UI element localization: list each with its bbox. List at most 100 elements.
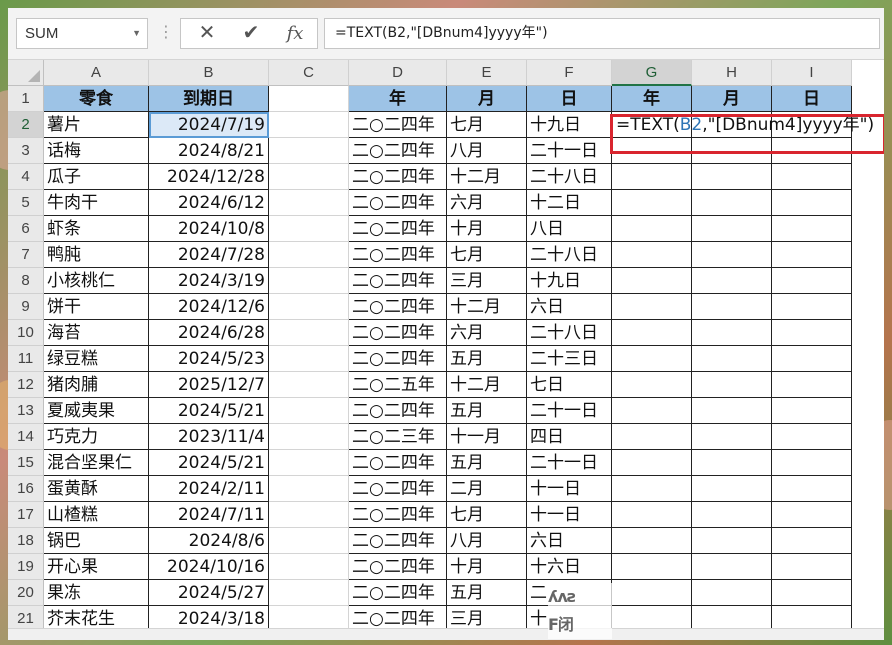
cell-e5[interactable]: 六月 <box>447 190 527 216</box>
cell-h16[interactable] <box>692 476 772 502</box>
cell-c1[interactable] <box>269 86 349 112</box>
cell-g9[interactable] <box>612 294 692 320</box>
cell-e9[interactable]: 十二月 <box>447 294 527 320</box>
cell-b20[interactable]: 2024/5/27 <box>149 580 269 606</box>
cell-c9[interactable] <box>269 294 349 320</box>
column-header-a[interactable]: A <box>44 60 149 86</box>
row-header-15[interactable]: 15 <box>8 450 44 476</box>
cell-e15[interactable]: 五月 <box>447 450 527 476</box>
cell-b5[interactable]: 2024/6/12 <box>149 190 269 216</box>
formula-input[interactable]: =TEXT(B2,"[DBnum4]yyyy年") <box>324 18 880 49</box>
cell-i10[interactable] <box>772 320 852 346</box>
cell-c16[interactable] <box>269 476 349 502</box>
chevron-down-icon[interactable]: ▼ <box>132 19 141 48</box>
cell-c3[interactable] <box>269 138 349 164</box>
cell-h5[interactable] <box>692 190 772 216</box>
cell-h17[interactable] <box>692 502 772 528</box>
cell-h12[interactable] <box>692 372 772 398</box>
cell-g20[interactable] <box>612 580 692 606</box>
cell-a6[interactable]: 虾条 <box>44 216 149 242</box>
cell-c19[interactable] <box>269 554 349 580</box>
cell-e13[interactable]: 五月 <box>447 398 527 424</box>
cell-g18[interactable] <box>612 528 692 554</box>
cell-f8[interactable]: 十九日 <box>527 268 612 294</box>
cell-b7[interactable]: 2024/7/28 <box>149 242 269 268</box>
cell-h18[interactable] <box>692 528 772 554</box>
cell-g5[interactable] <box>612 190 692 216</box>
cell-g7[interactable] <box>612 242 692 268</box>
cell-d10[interactable]: 二○二四年 <box>349 320 447 346</box>
cell-d9[interactable]: 二○二四年 <box>349 294 447 320</box>
cell-g11[interactable] <box>612 346 692 372</box>
cell-d6[interactable]: 二○二四年 <box>349 216 447 242</box>
cell-e19[interactable]: 十月 <box>447 554 527 580</box>
cell-g1[interactable]: 年 <box>612 86 692 112</box>
row-header-8[interactable]: 8 <box>8 268 44 294</box>
cell-a20[interactable]: 果冻 <box>44 580 149 606</box>
cell-d13[interactable]: 二○二四年 <box>349 398 447 424</box>
cell-a2[interactable]: 薯片 <box>44 112 149 138</box>
cell-g17[interactable] <box>612 502 692 528</box>
cell-i12[interactable] <box>772 372 852 398</box>
cell-i7[interactable] <box>772 242 852 268</box>
cell-d11[interactable]: 二○二四年 <box>349 346 447 372</box>
cell-e7[interactable]: 七月 <box>447 242 527 268</box>
cell-c4[interactable] <box>269 164 349 190</box>
cell-c8[interactable] <box>269 268 349 294</box>
cell-d12[interactable]: 二○二五年 <box>349 372 447 398</box>
cell-a18[interactable]: 锅巴 <box>44 528 149 554</box>
cell-i20[interactable] <box>772 580 852 606</box>
cell-g2-editing[interactable]: =TEXT(B2,"[DBnum4]yyyy年") <box>612 112 874 138</box>
cell-e12[interactable]: 十二月 <box>447 372 527 398</box>
cell-e17[interactable]: 七月 <box>447 502 527 528</box>
cell-c5[interactable] <box>269 190 349 216</box>
cell-b17[interactable]: 2024/7/11 <box>149 502 269 528</box>
cell-g4[interactable] <box>612 164 692 190</box>
row-header-13[interactable]: 13 <box>8 398 44 424</box>
cell-h7[interactable] <box>692 242 772 268</box>
cell-a3[interactable]: 话梅 <box>44 138 149 164</box>
row-header-7[interactable]: 7 <box>8 242 44 268</box>
row-header-16[interactable]: 16 <box>8 476 44 502</box>
cell-d8[interactable]: 二○二四年 <box>349 268 447 294</box>
cell-f4[interactable]: 二十八日 <box>527 164 612 190</box>
cell-h15[interactable] <box>692 450 772 476</box>
cell-f10[interactable]: 二十八日 <box>527 320 612 346</box>
cell-e8[interactable]: 三月 <box>447 268 527 294</box>
column-header-c[interactable]: C <box>269 60 349 86</box>
cell-f18[interactable]: 六日 <box>527 528 612 554</box>
cell-i9[interactable] <box>772 294 852 320</box>
cell-b19[interactable]: 2024/10/16 <box>149 554 269 580</box>
cell-f2[interactable]: 十九日 <box>527 112 612 138</box>
cell-f6[interactable]: 八日 <box>527 216 612 242</box>
cell-b16[interactable]: 2024/2/11 <box>149 476 269 502</box>
cell-c14[interactable] <box>269 424 349 450</box>
cell-h3[interactable] <box>692 138 772 164</box>
row-header-19[interactable]: 19 <box>8 554 44 580</box>
cell-i16[interactable] <box>772 476 852 502</box>
cell-b8[interactable]: 2024/3/19 <box>149 268 269 294</box>
cell-g19[interactable] <box>612 554 692 580</box>
select-all-button[interactable] <box>8 60 44 86</box>
cell-e1[interactable]: 月 <box>447 86 527 112</box>
cell-h9[interactable] <box>692 294 772 320</box>
cell-b1[interactable]: 到期日 <box>149 86 269 112</box>
cell-a16[interactable]: 蛋黄酥 <box>44 476 149 502</box>
column-header-b[interactable]: B <box>149 60 269 86</box>
column-header-d[interactable]: D <box>349 60 447 86</box>
cell-b18[interactable]: 2024/8/6 <box>149 528 269 554</box>
row-header-17[interactable]: 17 <box>8 502 44 528</box>
cell-g15[interactable] <box>612 450 692 476</box>
cell-b3[interactable]: 2024/8/21 <box>149 138 269 164</box>
row-header-9[interactable]: 9 <box>8 294 44 320</box>
cell-b6[interactable]: 2024/10/8 <box>149 216 269 242</box>
cell-b11[interactable]: 2024/5/23 <box>149 346 269 372</box>
cell-f17[interactable]: 十一日 <box>527 502 612 528</box>
cell-a8[interactable]: 小核桃仁 <box>44 268 149 294</box>
cell-a14[interactable]: 巧克力 <box>44 424 149 450</box>
cell-h10[interactable] <box>692 320 772 346</box>
cell-b14[interactable]: 2023/11/4 <box>149 424 269 450</box>
cell-c11[interactable] <box>269 346 349 372</box>
cell-a15[interactable]: 混合坚果仁 <box>44 450 149 476</box>
column-header-h[interactable]: H <box>692 60 772 86</box>
